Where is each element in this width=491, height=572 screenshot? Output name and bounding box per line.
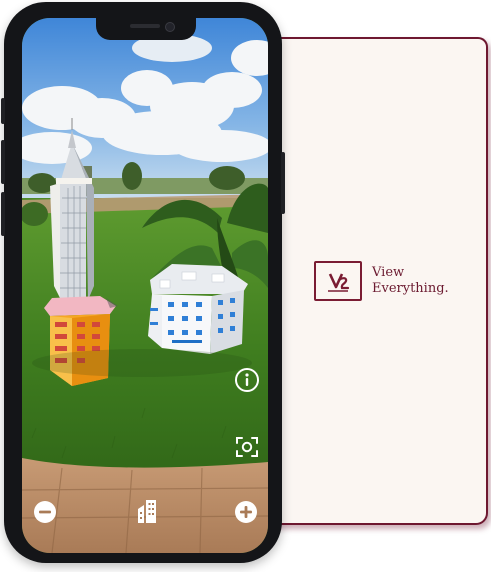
white-building-model xyxy=(148,264,248,354)
phone-frame xyxy=(1,2,285,563)
phone-notch xyxy=(96,18,196,40)
front-camera xyxy=(165,22,175,32)
zoom-out-icon[interactable] xyxy=(32,499,58,525)
volume-up-button xyxy=(1,140,5,184)
power-button xyxy=(281,152,285,214)
brand-line-2: Everything. xyxy=(372,281,449,296)
logo-mark-icon xyxy=(314,261,362,301)
brand-logo: View Everything. xyxy=(314,261,449,301)
building-icon[interactable] xyxy=(134,498,160,524)
info-icon[interactable] xyxy=(234,367,260,393)
ar-camera-view[interactable] xyxy=(22,18,268,553)
volume-down-button xyxy=(1,192,5,236)
ar-scene xyxy=(22,18,268,553)
silent-switch xyxy=(1,98,5,124)
splash-screen-card: View Everything. xyxy=(262,37,488,525)
brand-line-1: View xyxy=(372,265,405,280)
brand-wordmark: View Everything. xyxy=(372,265,449,297)
earpiece-speaker xyxy=(130,24,160,28)
capture-icon[interactable] xyxy=(234,434,260,460)
zoom-in-icon[interactable] xyxy=(233,499,259,525)
